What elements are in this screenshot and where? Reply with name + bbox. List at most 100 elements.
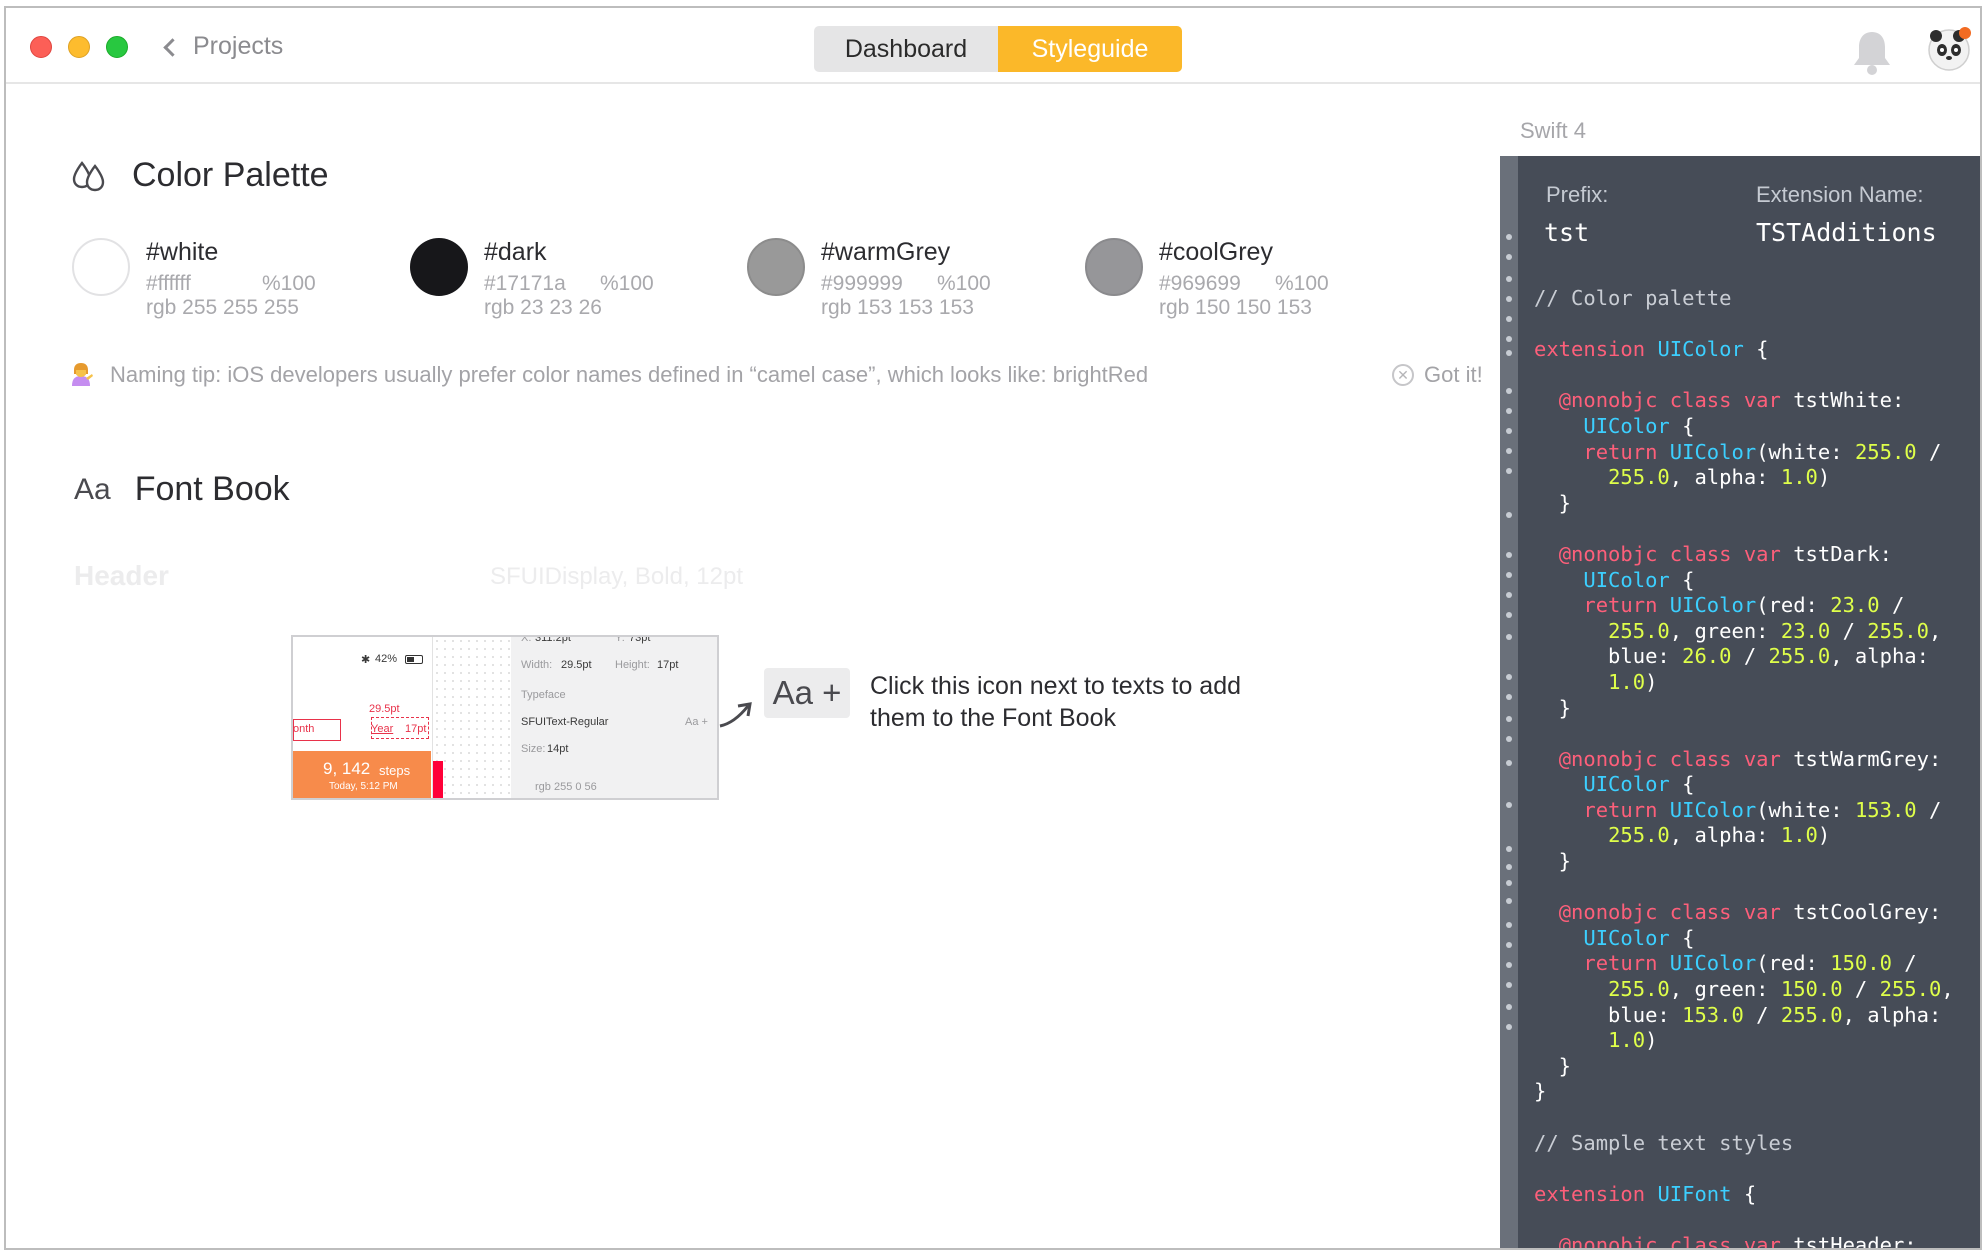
app-window: Projects Dashboard Styleguide Color Pale… [4, 6, 1982, 1250]
color-opacity: %100 [262, 272, 316, 295]
font-icon: Aa [74, 472, 111, 506]
color-name: #warmGrey [821, 238, 951, 266]
gutter-marker [1506, 716, 1512, 722]
color-rgb: rgb 153 153 153 [821, 296, 974, 319]
got-it-label: Got it! [1424, 362, 1483, 387]
swatch-circle [72, 238, 130, 296]
color-swatch-white[interactable]: #white #ffffff %100 rgb 255 255 255 [72, 238, 372, 328]
gutter-marker [1506, 234, 1512, 240]
steps-count: 9, 142 [323, 759, 371, 778]
color-palette-heading: Color Palette [70, 156, 329, 195]
tab-styleguide[interactable]: Styleguide [998, 26, 1182, 72]
steps-time: Today, 5:12 PM [329, 781, 398, 792]
steps-unit: steps [379, 763, 411, 778]
language-label[interactable]: Swift 4 [1520, 118, 1586, 144]
close-window-button[interactable] [30, 36, 52, 58]
color-opacity: %100 [600, 272, 654, 295]
typeface-label: Typeface [521, 689, 566, 701]
color-swatch-cool-grey[interactable]: #coolGrey #969699 %100 rgb 150 150 153 [1085, 238, 1385, 328]
height-label: Height: [615, 659, 650, 671]
gutter-marker [1506, 1004, 1512, 1010]
color-name: #coolGrey [1159, 238, 1273, 266]
gutter-marker [1506, 296, 1512, 302]
size-value: 14pt [547, 743, 569, 755]
color-hex: #17171a [484, 272, 566, 295]
swatch-circle [747, 238, 805, 296]
gutter-marker [1506, 336, 1512, 342]
battery-text: 42% [375, 653, 398, 665]
naming-tip-text: Naming tip: iOS developers usually prefe… [110, 362, 1149, 387]
bluetooth-icon: ✱ [361, 654, 371, 666]
font-book-title: Font Book [134, 470, 290, 508]
color-rgb: rgb 150 150 153 [1159, 296, 1312, 319]
color-hex: #999999 [821, 272, 903, 295]
color-name: #white [146, 238, 219, 266]
prefix-input[interactable]: tst [1544, 218, 1589, 247]
back-to-projects-link[interactable]: Projects [163, 32, 284, 61]
font-style-sample: Header [74, 560, 169, 591]
title-bar: Projects Dashboard Styleguide [6, 8, 1980, 84]
color-swatch-warm-grey[interactable]: #warmGrey #999999 %100 rgb 153 153 153 [747, 238, 1047, 328]
gutter-marker [1506, 572, 1512, 578]
color-swatch-dark[interactable]: #dark #17171a %100 rgb 23 23 26 [410, 238, 710, 328]
color-opacity: %100 [1275, 272, 1329, 295]
illustration-phone: ✱ 42% 29.5pt onth Year 17pt 9, 142 steps… [293, 637, 433, 798]
arrow-icon [719, 702, 752, 728]
color-opacity: %100 [937, 272, 991, 295]
gutter-marker [1506, 942, 1512, 948]
steps-card: 9, 142 steps Today, 5:12 PM [293, 751, 431, 798]
gutter-marker [1506, 1024, 1512, 1030]
gutter-marker [1506, 864, 1512, 870]
gutter-marker [1506, 448, 1512, 454]
extension-name-input[interactable]: TSTAdditions [1756, 218, 1937, 247]
x-value: 311.2pt [535, 635, 571, 644]
color-palette-title: Color Palette [132, 156, 329, 194]
color-rgb: rgb 255 255 255 [146, 296, 299, 319]
code-gutter[interactable] [1500, 156, 1518, 1248]
gutter-marker [1506, 802, 1512, 808]
color-rgb: rgb 23 23 26 [484, 296, 602, 319]
height-value: 17pt [657, 659, 679, 671]
red-bar [433, 761, 443, 798]
back-label: Projects [193, 32, 284, 60]
illustration-inspector: X: 311.2pt Y: 73pt Width: 29.5pt Height:… [511, 635, 717, 798]
close-icon: ✕ [1392, 364, 1414, 386]
zoom-window-button[interactable] [106, 36, 128, 58]
gutter-marker [1506, 694, 1512, 700]
swatch-circle [1085, 238, 1143, 296]
swift-code[interactable]: // Color palette extension UIColor { @no… [1534, 286, 1954, 1248]
user-avatar[interactable] [1926, 26, 1972, 72]
dismiss-tip-button[interactable]: ✕ Got it! [1392, 362, 1483, 388]
gutter-marker [1506, 254, 1512, 260]
gutter-marker [1506, 592, 1512, 598]
naming-tip: Naming tip: iOS developers usually prefe… [68, 362, 1148, 388]
gutter-marker [1506, 982, 1512, 988]
gutter-marker [1506, 612, 1512, 618]
height-text: 17pt [405, 723, 427, 735]
x-label: X: [521, 635, 532, 644]
font-book-illustration: ✱ 42% 29.5pt onth Year 17pt 9, 142 steps… [291, 635, 719, 800]
gutter-marker [1506, 276, 1512, 282]
rgb-value: rgb 255 0 56 [535, 781, 597, 793]
y-label: Y: [615, 635, 625, 644]
color-hex: #ffffff [146, 272, 191, 295]
font-book-hint: Click this icon next to texts to add the… [870, 672, 1242, 732]
color-name: #dark [484, 238, 547, 266]
font-book-heading: Aa Font Book [74, 470, 290, 509]
width-value: 29.5pt [561, 659, 592, 671]
gutter-marker [1506, 898, 1512, 904]
gutter-marker [1506, 388, 1512, 394]
gutter-marker [1506, 674, 1512, 680]
add-to-font-book-button[interactable]: Aa + [764, 668, 850, 718]
chevron-left-icon [163, 38, 182, 57]
color-hex: #969699 [1159, 272, 1241, 295]
minimize-window-button[interactable] [68, 36, 90, 58]
bell-icon[interactable] [1850, 28, 1894, 76]
gutter-marker [1506, 316, 1512, 322]
gutter-marker [1506, 880, 1512, 886]
extension-name-label: Extension Name: [1756, 182, 1924, 207]
typeface-value: SFUIText-Regular [521, 716, 609, 728]
view-switcher: Dashboard Styleguide [814, 26, 1182, 72]
tab-dashboard[interactable]: Dashboard [814, 26, 998, 72]
gutter-marker [1506, 428, 1512, 434]
